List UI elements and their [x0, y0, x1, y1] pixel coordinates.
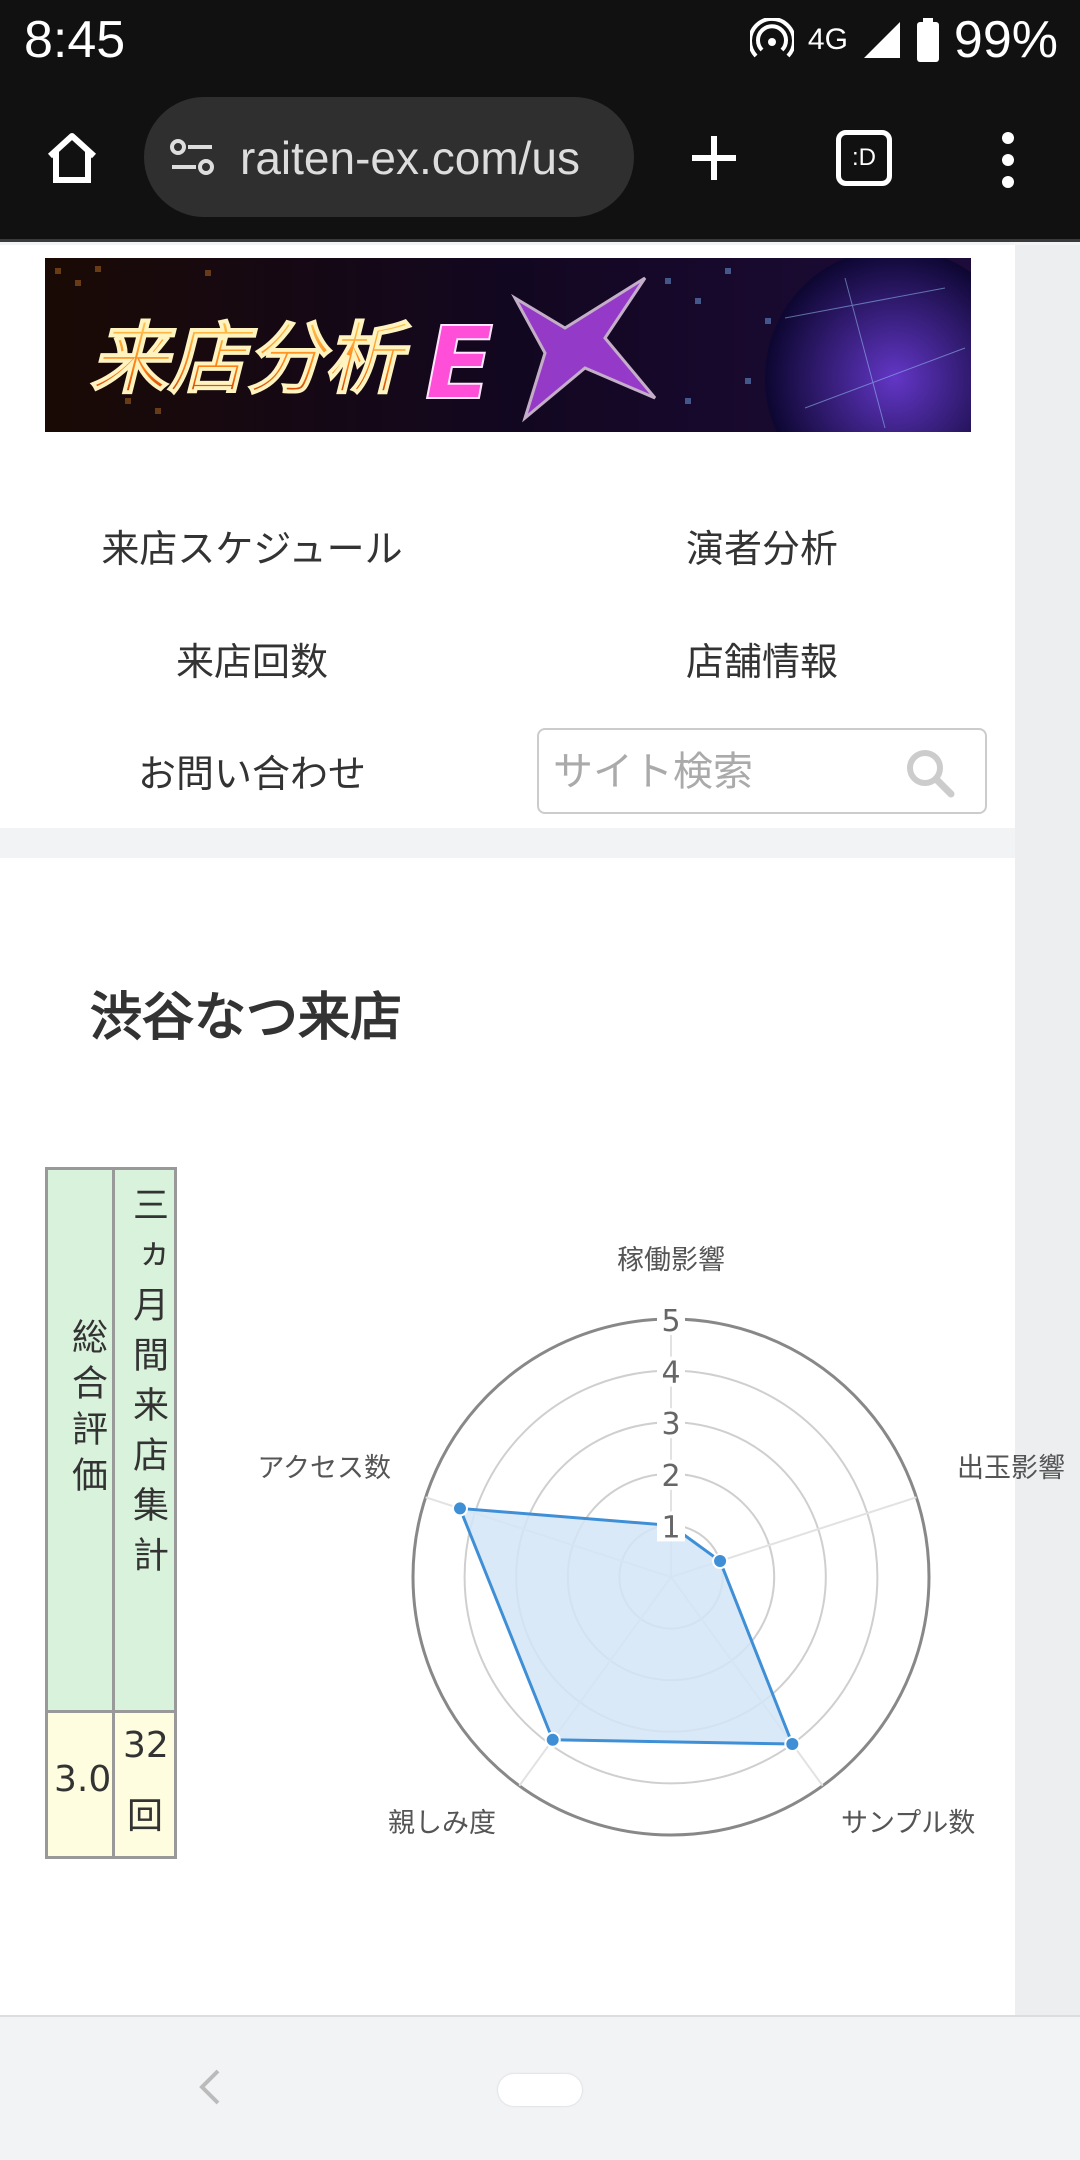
radar-axis-label: 稼働影響	[617, 1245, 725, 1276]
section-separator	[0, 828, 1015, 858]
radar-tick-label: 5	[661, 1304, 680, 1339]
svg-text:E: E	[425, 305, 493, 422]
more-vert-icon[interactable]	[996, 130, 1020, 190]
svg-text:来店分析: 来店分析	[90, 315, 412, 405]
radar-series-area	[457, 1506, 795, 1746]
hotspot-icon	[749, 18, 794, 58]
tab-switcher-icon[interactable]: :D	[836, 130, 892, 186]
radar-data-point	[544, 1731, 561, 1748]
home-gesture-pill[interactable]	[498, 2074, 582, 2106]
plus-icon[interactable]	[688, 132, 740, 184]
page-title: 渋谷なつ来店	[90, 988, 403, 1048]
back-icon[interactable]	[196, 2067, 224, 2107]
home-icon[interactable]	[42, 128, 102, 188]
radar-chart: 1 2 3 4 5 稼働影響出玉影響サンプル数 親しみ度 アクセス数	[257, 1245, 1065, 1839]
signal-icon	[863, 22, 900, 58]
network-type: 4G	[807, 23, 848, 56]
search-icon[interactable]	[901, 744, 957, 800]
radar-axis-label: アクセス数	[257, 1453, 391, 1484]
radar-tick-label: 4	[661, 1356, 680, 1391]
nav-visit-count[interactable]: 来店回数	[52, 631, 452, 686]
search-input[interactable]	[553, 744, 893, 800]
radar-data-point	[784, 1735, 801, 1752]
system-nav-bar	[0, 2015, 1080, 2160]
status-time: 8:45	[24, 11, 126, 69]
nav-store-info[interactable]: 店舗情報	[562, 631, 962, 686]
site-search	[537, 728, 987, 814]
radar-tick-label: 2	[661, 1459, 680, 1494]
nav-schedule[interactable]: 来店スケジュール	[52, 518, 452, 573]
radar-axis-label: 親しみ度	[388, 1808, 496, 1839]
battery-percent: 99%	[953, 11, 1058, 69]
nav-performer-analysis[interactable]: 演者分析	[562, 518, 962, 573]
nav-contact[interactable]: お問い合わせ	[52, 743, 452, 798]
radar-axis-label: サンプル数	[841, 1808, 975, 1839]
status-bar: 8:45 4G 99%	[0, 0, 1080, 80]
radar-tick-label: 1	[661, 1510, 680, 1545]
url-bar[interactable]: raiten-ex.com/us	[144, 97, 634, 217]
radar-tick-label: 3	[661, 1407, 680, 1442]
radar-data-point	[451, 1500, 468, 1517]
site-settings-icon[interactable]	[168, 133, 218, 183]
url-text: raiten-ex.com/us	[240, 132, 581, 184]
battery-icon	[916, 18, 939, 62]
radar-data-point	[712, 1553, 729, 1570]
site-logo-banner[interactable]: 来店分析 E	[45, 258, 971, 432]
browser-toolbar: raiten-ex.com/us :D	[0, 80, 1080, 242]
radar-axis-label: 出玉影響	[957, 1453, 1065, 1484]
